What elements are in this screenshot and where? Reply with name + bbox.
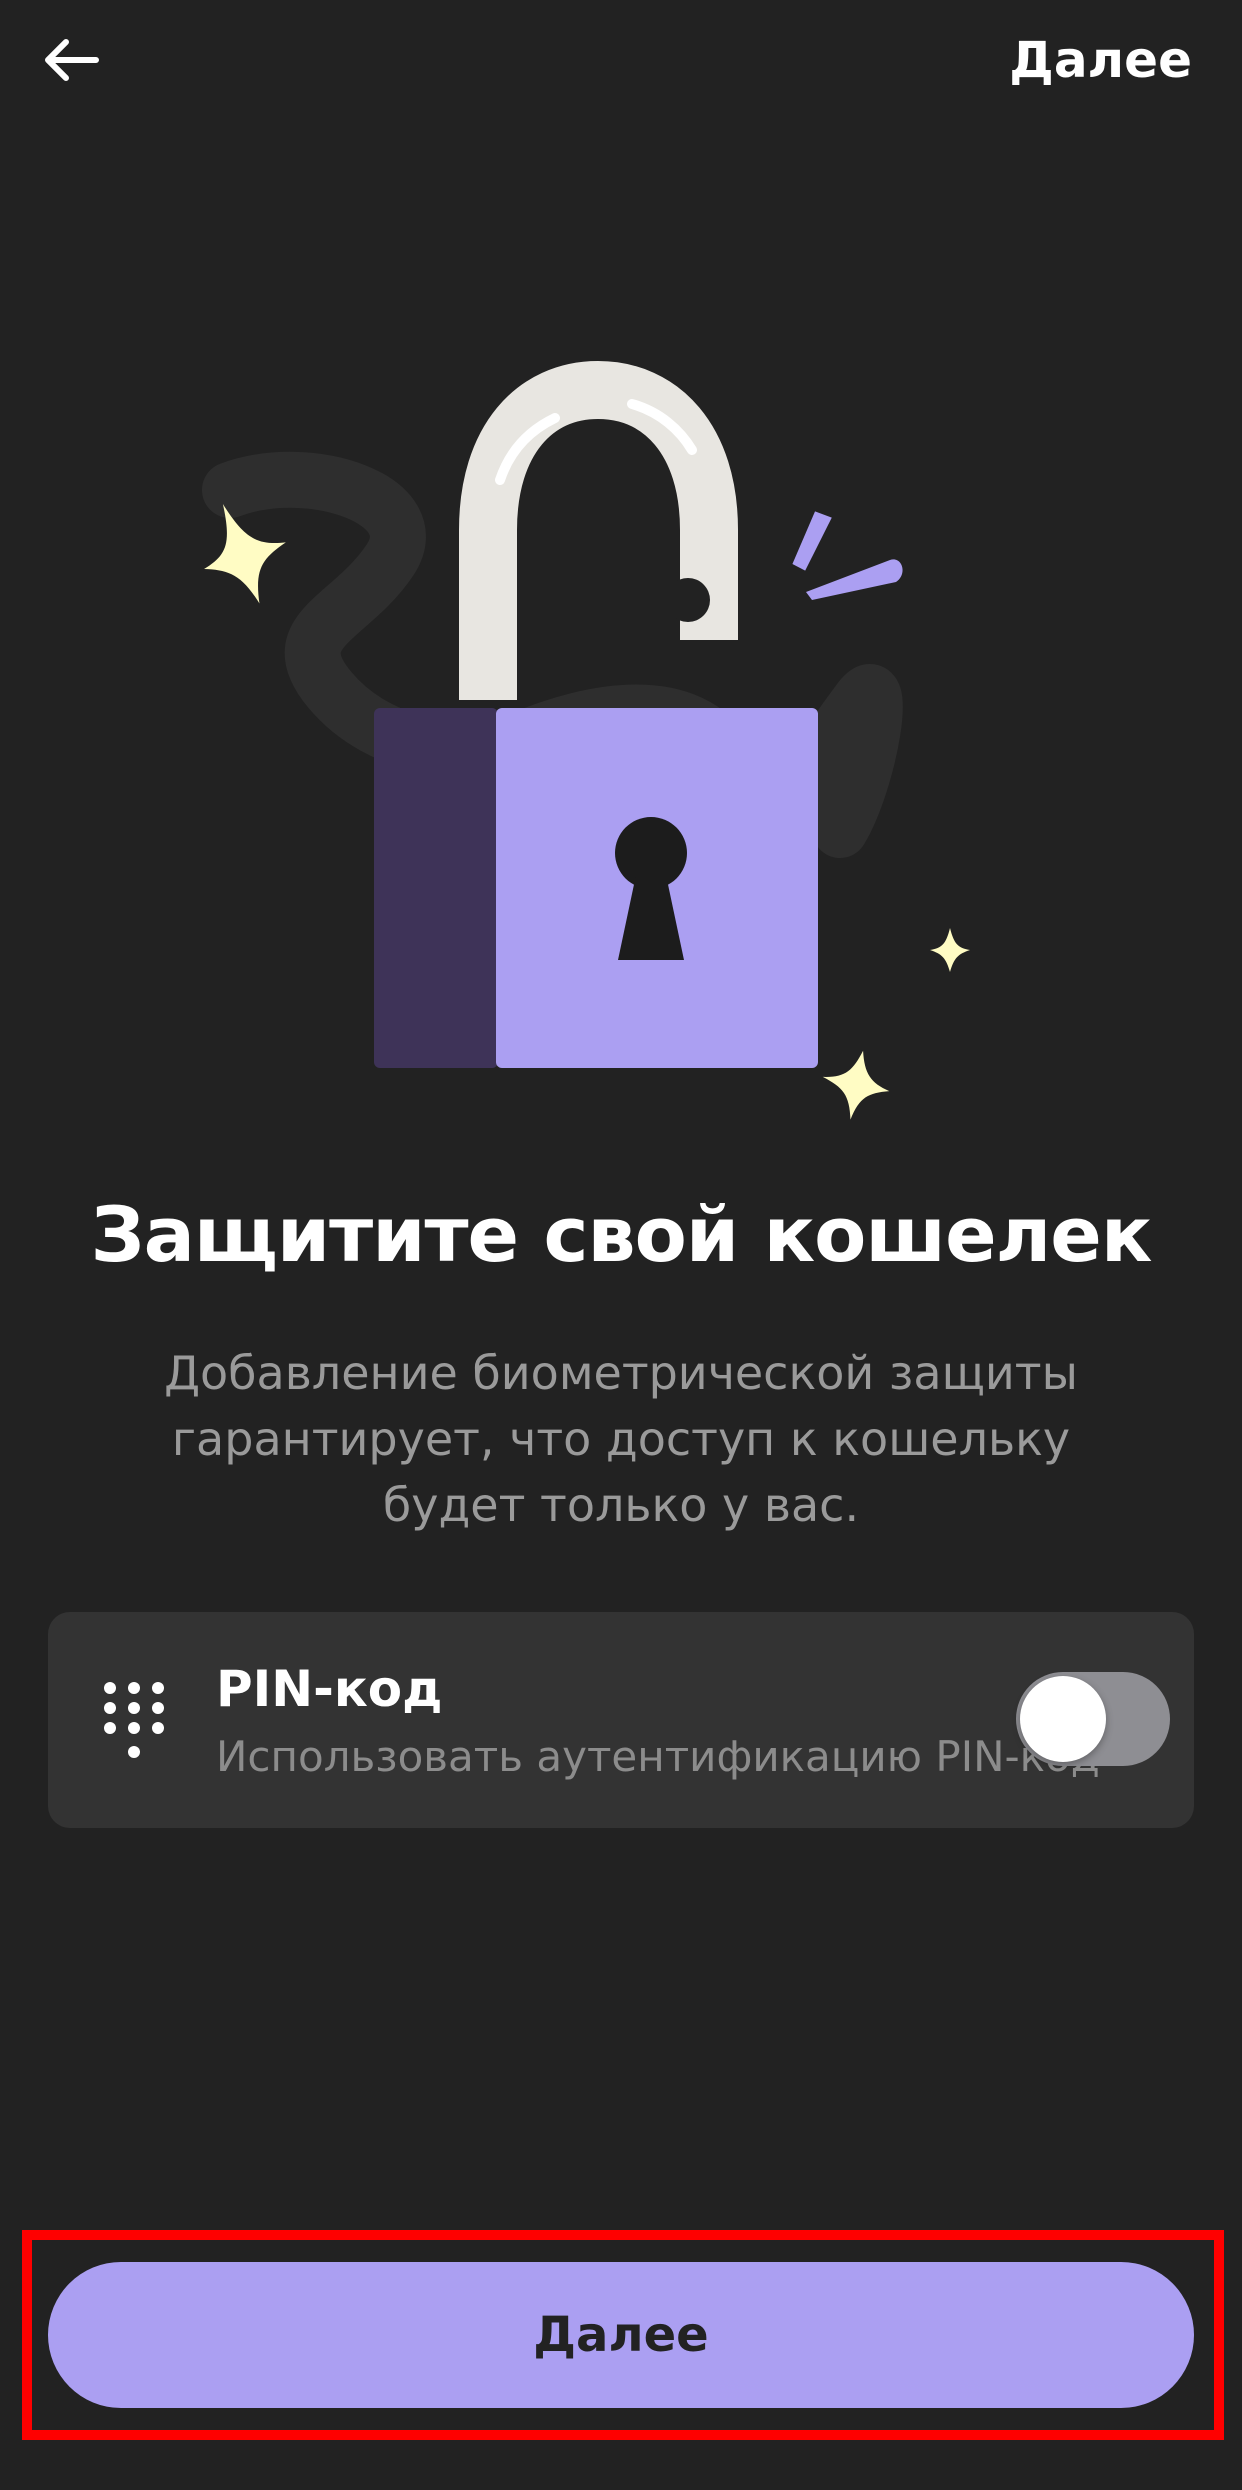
next-link[interactable]: Далее (1009, 28, 1192, 92)
toggle-knob (1020, 1676, 1106, 1762)
page-subtitle: Добавление биометрической защиты гаранти… (110, 1340, 1132, 1538)
top-bar: Далее (0, 0, 1242, 130)
continue-button[interactable]: Далее (48, 2262, 1194, 2408)
subtitle-line: гарантирует, что доступ к кошельку (171, 1412, 1071, 1466)
arrow-left-icon (45, 39, 99, 81)
page-title: Защитите свой кошелек (90, 1190, 1153, 1279)
back-button[interactable] (40, 28, 120, 92)
unlocked-padlock-icon (202, 360, 970, 1120)
unlocked-padlock-illustration (170, 360, 1070, 1140)
pin-code-option[interactable]: PIN-код Использовать аутентификацию PIN-… (48, 1612, 1194, 1828)
pin-option-description: Использовать аутентификацию PIN-код (216, 1732, 1100, 1781)
keypad-icon (104, 1682, 164, 1758)
pin-option-title: PIN-код (216, 1660, 443, 1718)
subtitle-line: Добавление биометрической защиты (164, 1346, 1078, 1400)
pin-toggle[interactable] (1016, 1672, 1170, 1766)
subtitle-line: будет только у вас. (382, 1478, 860, 1532)
